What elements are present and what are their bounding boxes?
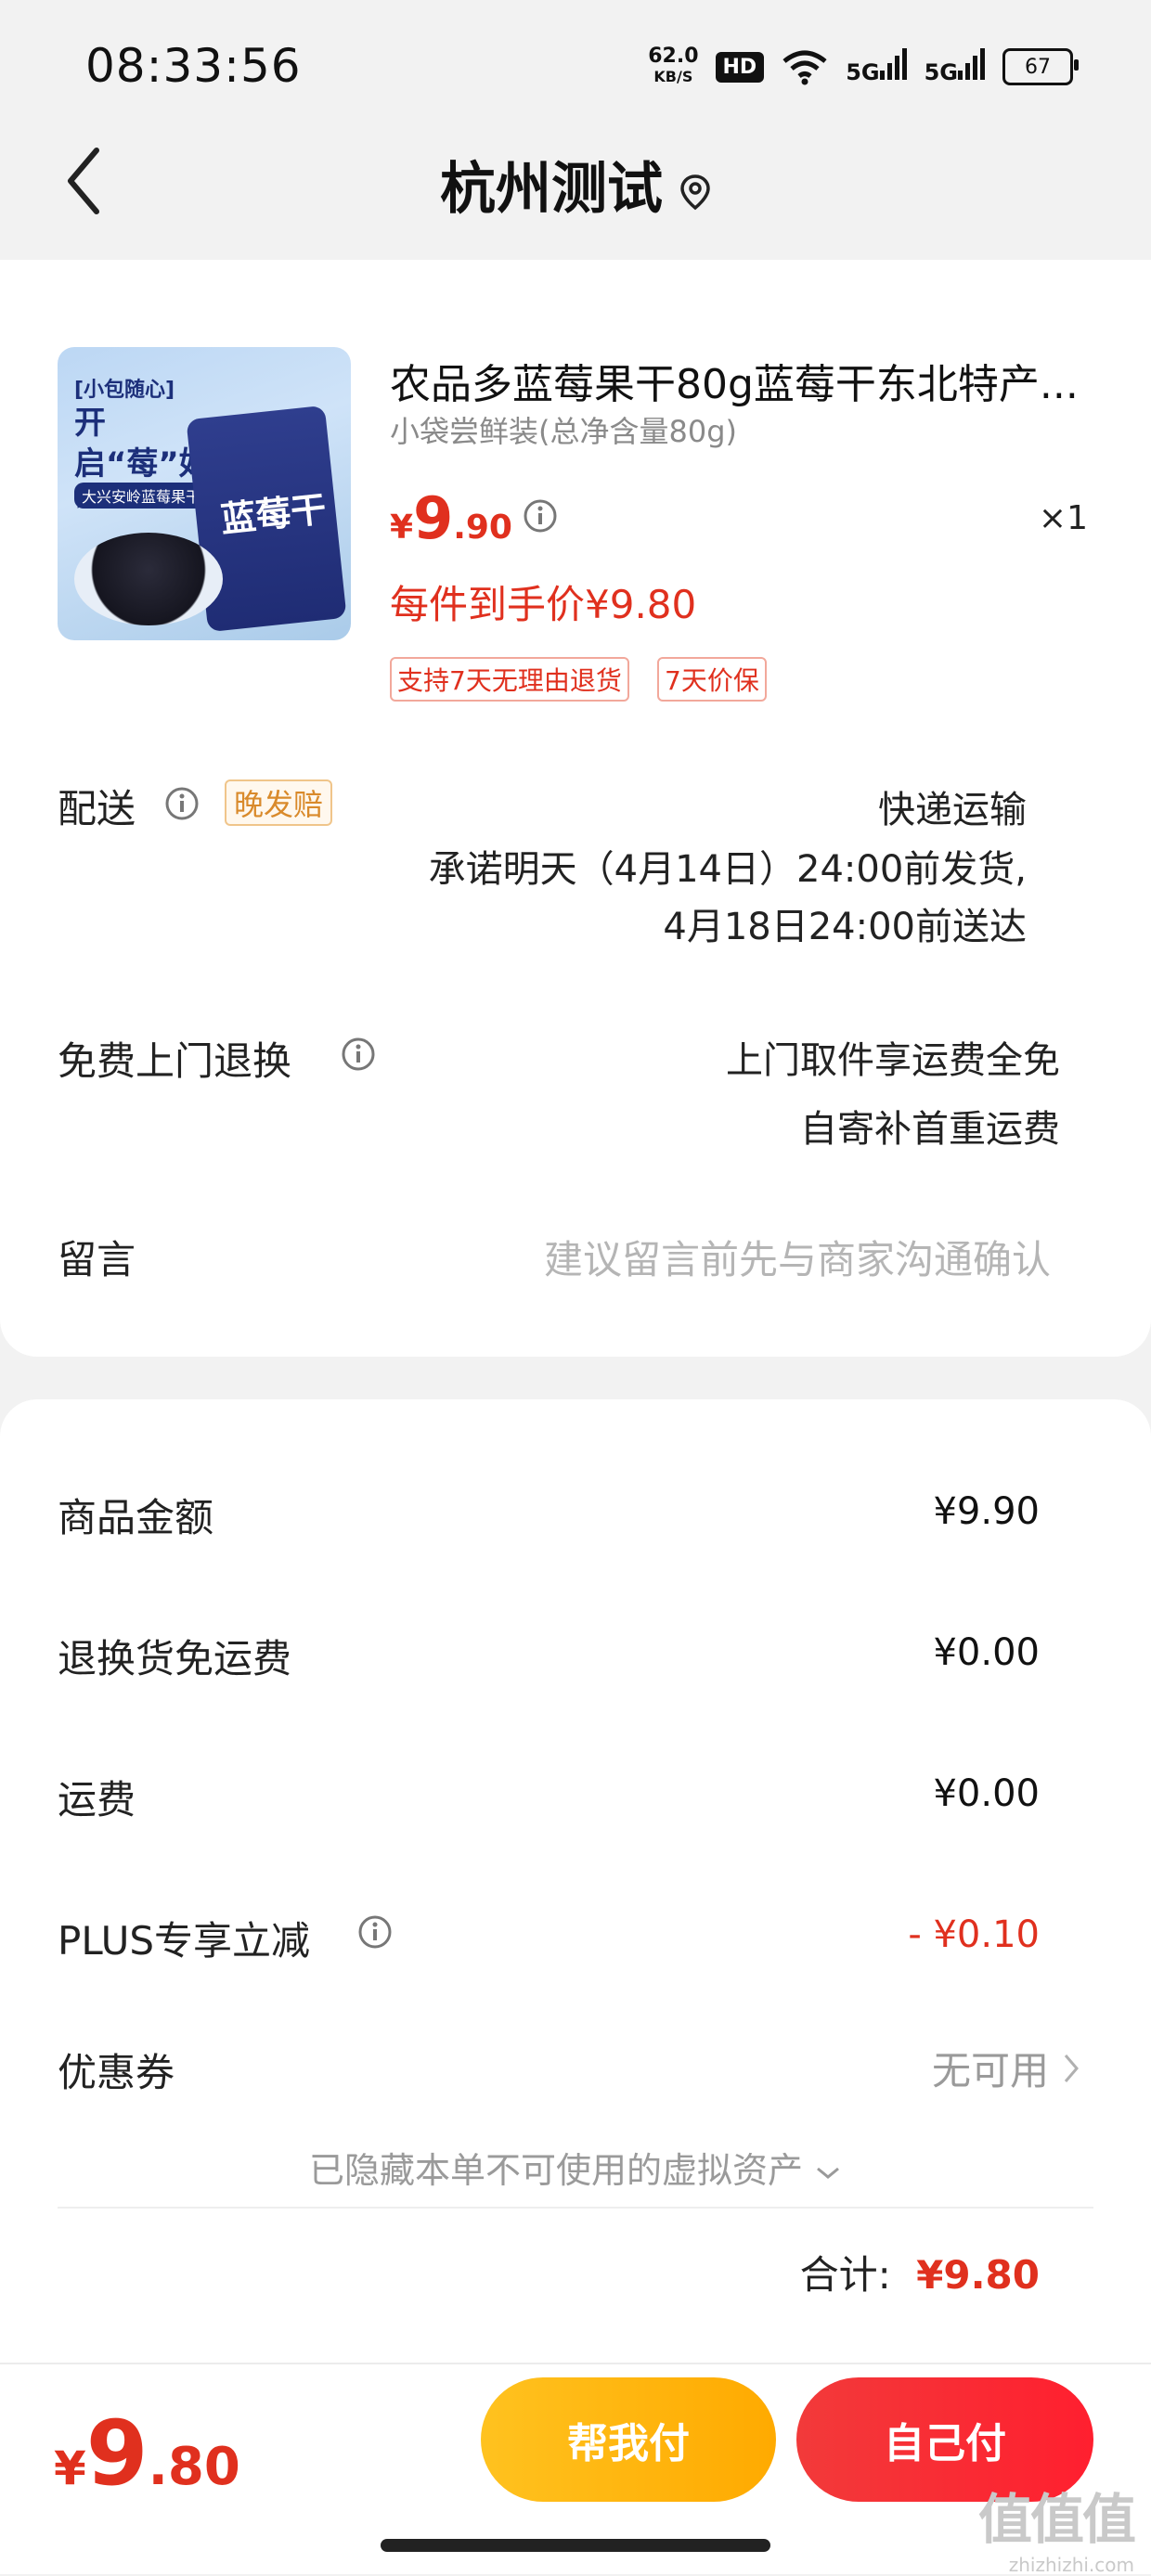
checkout-price: ¥9.80 (54, 2402, 240, 2505)
delivery-info-icon[interactable] (163, 785, 200, 822)
coupon-value: 无可用 (931, 2048, 1049, 2093)
coupon-selector[interactable]: 无可用 (932, 2040, 1080, 2096)
tag-7day-return: 支持7天无理由退货 (390, 657, 629, 702)
hd-icon: HD (715, 51, 765, 83)
watermark: 值值值 zhizhizhi.com (977, 2488, 1136, 2576)
chevron-right-icon (1064, 2054, 1079, 2082)
price-summary-card (0, 1399, 1151, 2364)
status-icons: 62.0 KB/S HD 5G 5G 67 (648, 37, 1079, 97)
delivery-promise-ship: 承诺明天（4月14日）24:00前发货, (428, 848, 1027, 891)
signal-5g-icon-2: 5G (925, 48, 986, 85)
message-input[interactable]: 建议留言前先与商家沟通确认 (544, 1229, 1051, 1285)
wifi-icon (782, 50, 827, 85)
return-pickup-text: 上门取件享运费全免 (726, 1039, 1060, 1082)
product-price: ¥9.90 (390, 484, 512, 552)
return-service-label: 免费上门退换 (58, 1038, 292, 1084)
blueberry-bowl-graphic (74, 533, 223, 625)
order-total: 合计: ¥9.80 (799, 2252, 1040, 2298)
help-me-pay-button[interactable]: 帮我付 (481, 2377, 776, 2502)
delivery-promise-arrive: 4月18日24:00前送达 (663, 906, 1027, 948)
tag-price-protect: 7天价保 (657, 657, 767, 702)
return-info-icon[interactable] (340, 1036, 377, 1073)
product-image[interactable]: [小包随心] 开启“莓”好~ 大兴安岭蓝莓果干 蓝莓干 (58, 347, 351, 640)
network-speed: 62.0 KB/S (648, 45, 699, 86)
goods-amount-label: 商品金额 (58, 1495, 214, 1540)
status-time: 08:33:56 (85, 39, 302, 93)
delivery-method[interactable]: 快递运输 (878, 779, 1027, 833)
late-compensation-badge: 晚发赔 (225, 779, 333, 826)
price-info-icon[interactable] (522, 497, 559, 535)
return-shipping-label: 退换货免运费 (58, 1636, 292, 1681)
product-spec: 小袋尝鲜装(总净含量80g) (390, 414, 738, 449)
delivery-label: 配送 (58, 786, 136, 831)
plus-discount-value: - ¥0.10 (908, 1913, 1040, 1956)
location-pin-icon[interactable] (679, 174, 711, 211)
plus-discount-label: PLUS专享立减 (58, 1918, 311, 1964)
page-title: 杭州测试 (0, 144, 1151, 225)
home-indicator[interactable] (381, 2539, 770, 2552)
product-title[interactable]: 农品多蓝莓果干80g蓝莓干东北特产... (390, 351, 1095, 410)
plus-info-icon[interactable] (356, 1913, 394, 1951)
goods-amount-value: ¥9.90 (933, 1490, 1040, 1533)
summary-divider (58, 2207, 1093, 2209)
final-unit-price: 每件到手价¥9.80 (390, 582, 697, 627)
chevron-down-icon (817, 2167, 839, 2179)
shipping-fee-value: ¥0.00 (933, 1772, 1040, 1815)
return-shipping-value: ¥0.00 (933, 1631, 1040, 1674)
battery-icon: 67 (1002, 48, 1079, 85)
message-label: 留言 (58, 1237, 136, 1282)
signal-5g-icon: 5G (846, 48, 907, 85)
coupon-label: 优惠券 (58, 2050, 175, 2095)
shipping-fee-label: 运费 (58, 1777, 136, 1823)
return-selfship-text: 自寄补首重运费 (800, 1108, 1060, 1151)
hidden-assets-toggle[interactable]: 已隐藏本单不可使用的虚拟资产 (0, 2142, 1151, 2193)
product-quantity: ×1 (1038, 499, 1088, 537)
